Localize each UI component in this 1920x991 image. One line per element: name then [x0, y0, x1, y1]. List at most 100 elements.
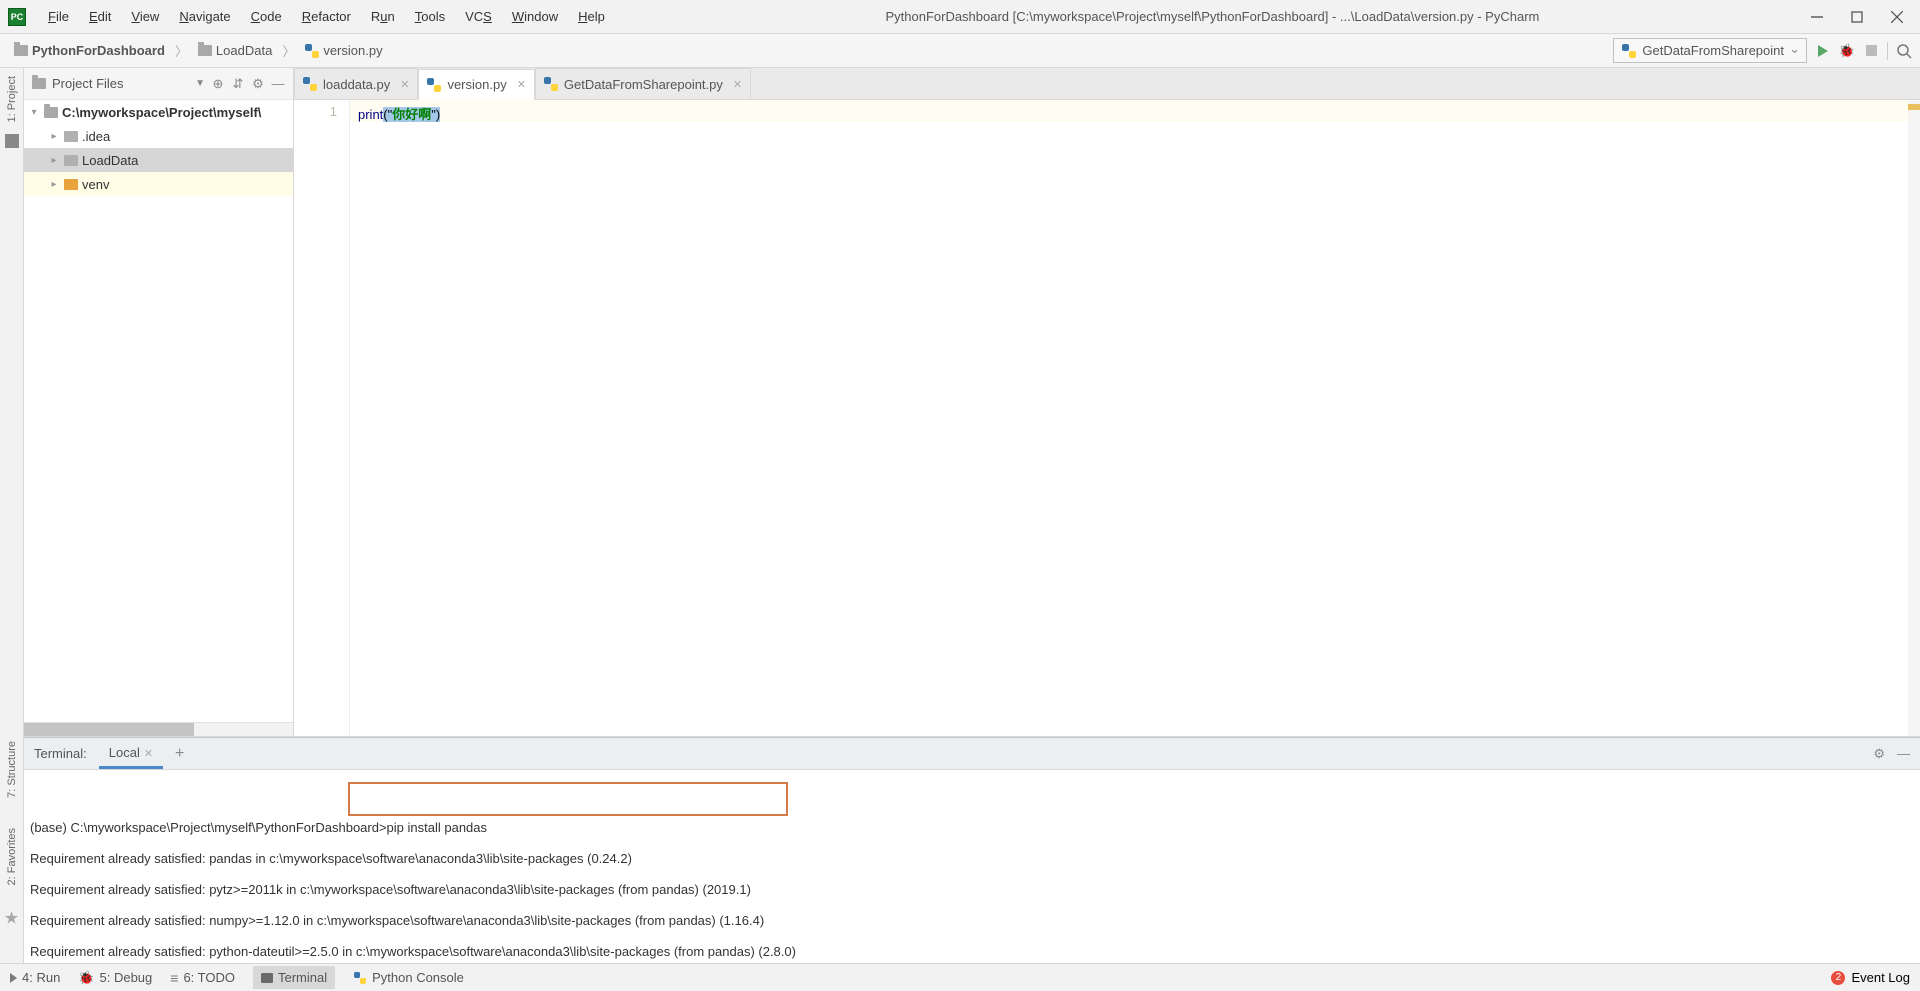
editor-tab-strip: loaddata.py✕ version.py✕ GetDataFromShar… [294, 68, 1920, 100]
chevron-down-icon[interactable]: ▼ [195, 78, 205, 89]
title-bar: PC File Edit View Navigate Code Refactor… [0, 0, 1920, 34]
window-title: PythonForDashboard [C:\myworkspace\Proje… [615, 9, 1810, 24]
status-bar: 4: Run 🐞5: Debug ≡6: TODO Terminal Pytho… [0, 963, 1920, 991]
minimize-icon[interactable] [1810, 10, 1824, 24]
close-icon[interactable]: ✕ [144, 748, 153, 760]
run-configuration-select[interactable]: GetDataFromSharepoint [1613, 38, 1807, 64]
stop-icon [1866, 45, 1877, 56]
line-gutter: 1 [294, 100, 350, 736]
tree-root[interactable]: ▾ C:\myworkspace\Project\myself\ [24, 100, 293, 124]
pycharm-icon: PC [8, 8, 26, 26]
menu-navigate[interactable]: Navigate [169, 5, 240, 28]
gear-icon[interactable]: ⚙ [251, 77, 265, 91]
status-debug-button[interactable]: 🐞5: Debug [78, 970, 152, 986]
folder-icon [64, 179, 78, 190]
hide-icon[interactable]: — [1897, 746, 1910, 762]
tree-item-venv[interactable]: ▸ venv [24, 172, 293, 196]
target-icon[interactable]: ⊕ [211, 77, 225, 91]
status-run-button[interactable]: 4: Run [10, 970, 60, 985]
bug-icon: 🐞 [1839, 43, 1855, 59]
editor-marks-gutter[interactable] [1908, 100, 1920, 736]
menu-window[interactable]: Window [502, 5, 568, 28]
terminal-header: Terminal: Local✕ + ⚙ — [24, 738, 1920, 770]
editor-body[interactable]: 1 print("你好啊") [294, 100, 1920, 736]
python-icon [354, 972, 366, 984]
play-icon [1818, 45, 1828, 57]
left-tool-strip: 1: Project 7: Structure 2: Favorites [0, 68, 24, 963]
project-tree[interactable]: ▾ C:\myworkspace\Project\myself\ ▸ .idea… [24, 100, 293, 722]
gear-icon[interactable]: ⚙ [1873, 746, 1885, 762]
tree-item-idea[interactable]: ▸ .idea [24, 124, 293, 148]
center-column: Project Files ▼ ⊕ ⇵ ⚙ — ▾ C:\myworkspace… [24, 68, 1920, 963]
menu-vcs[interactable]: VCS [455, 5, 502, 28]
close-icon[interactable]: ✕ [517, 78, 526, 91]
python-icon [305, 44, 319, 58]
terminal-header-right: ⚙ — [1873, 746, 1910, 762]
tree-item-loaddata[interactable]: ▸ LoadData [24, 148, 293, 172]
star-icon[interactable] [5, 911, 19, 925]
favorites-tool-button[interactable]: 2: Favorites [6, 824, 18, 889]
chevron-right-icon[interactable]: ▸ [48, 179, 60, 190]
search-button[interactable] [1896, 43, 1912, 59]
terminal-icon [261, 973, 273, 983]
python-icon [544, 77, 558, 91]
terminal-line: (base) C:\myworkspace\Project\myself\Pyt… [30, 820, 1920, 835]
structure-tool-button[interactable]: 7: Structure [6, 737, 18, 802]
terminal-body[interactable]: (base) C:\myworkspace\Project\myself\Pyt… [24, 770, 1920, 963]
chevron-right-icon: 〉 [282, 41, 295, 60]
menu-run[interactable]: Run [361, 5, 405, 28]
chevron-down-icon[interactable]: ▾ [28, 107, 40, 118]
editor-tab-loaddata[interactable]: loaddata.py✕ [294, 68, 418, 99]
highlight-box [348, 782, 788, 816]
folder-icon [64, 131, 78, 142]
horizontal-scrollbar[interactable] [24, 722, 293, 736]
terminal-line: Requirement already satisfied: numpy>=1.… [30, 913, 1920, 928]
menu-view[interactable]: View [121, 5, 169, 28]
add-terminal-button[interactable]: + [175, 745, 184, 763]
terminal-line: Requirement already satisfied: pandas in… [30, 851, 1920, 866]
menu-edit[interactable]: Edit [79, 5, 121, 28]
editor-tab-version[interactable]: version.py✕ [418, 69, 534, 100]
editor-panel: loaddata.py✕ version.py✕ GetDataFromShar… [294, 68, 1920, 736]
python-icon [1622, 44, 1636, 58]
folder-icon [32, 78, 46, 89]
event-log-button[interactable]: Event Log [1851, 970, 1910, 985]
code-area[interactable]: print("你好啊") [350, 100, 1908, 736]
play-icon [10, 973, 17, 983]
breadcrumb-root[interactable]: PythonForDashboard [8, 41, 171, 60]
breadcrumb: PythonForDashboard 〉 LoadData 〉 version.… [8, 41, 389, 60]
menu-file[interactable]: File [38, 5, 79, 28]
terminal-line: Requirement already satisfied: python-da… [30, 944, 1920, 959]
run-button[interactable] [1815, 43, 1831, 59]
terminal-panel: Terminal: Local✕ + ⚙ — (base) C:\myworks… [24, 737, 1920, 963]
menu-tools[interactable]: Tools [405, 5, 455, 28]
menu-code[interactable]: Code [241, 5, 292, 28]
status-pyconsole-button[interactable]: Python Console [353, 970, 464, 985]
status-right: 2 Event Log [1831, 970, 1910, 985]
editor-tab-getdata[interactable]: GetDataFromSharepoint.py✕ [535, 68, 751, 99]
navigation-bar: PythonForDashboard 〉 LoadData 〉 version.… [0, 34, 1920, 68]
error-badge[interactable]: 2 [1831, 971, 1845, 985]
editor-split: Project Files ▼ ⊕ ⇵ ⚙ — ▾ C:\myworkspace… [24, 68, 1920, 737]
project-tool-button[interactable]: 1: Project [6, 72, 18, 126]
terminal-tab-local[interactable]: Local✕ [99, 739, 163, 769]
debug-button[interactable]: 🐞 [1839, 43, 1855, 59]
breadcrumb-file[interactable]: version.py [299, 41, 388, 60]
status-terminal-button[interactable]: Terminal [253, 966, 335, 989]
status-todo-button[interactable]: ≡6: TODO [170, 970, 235, 986]
search-icon [1896, 43, 1912, 59]
maximize-icon[interactable] [1850, 10, 1864, 24]
tool-icon[interactable] [5, 134, 19, 148]
menu-refactor[interactable]: Refactor [292, 5, 361, 28]
close-icon[interactable]: ✕ [400, 78, 409, 91]
breadcrumb-folder[interactable]: LoadData [192, 41, 278, 60]
menu-help[interactable]: Help [568, 5, 615, 28]
chevron-right-icon[interactable]: ▸ [48, 131, 60, 142]
project-header-title[interactable]: Project Files [52, 76, 189, 91]
collapse-icon[interactable]: ⇵ [231, 77, 245, 91]
chevron-right-icon[interactable]: ▸ [48, 155, 60, 166]
close-icon[interactable] [1890, 10, 1904, 24]
stop-button[interactable] [1863, 43, 1879, 59]
close-icon[interactable]: ✕ [733, 78, 742, 91]
hide-icon[interactable]: — [271, 77, 285, 91]
